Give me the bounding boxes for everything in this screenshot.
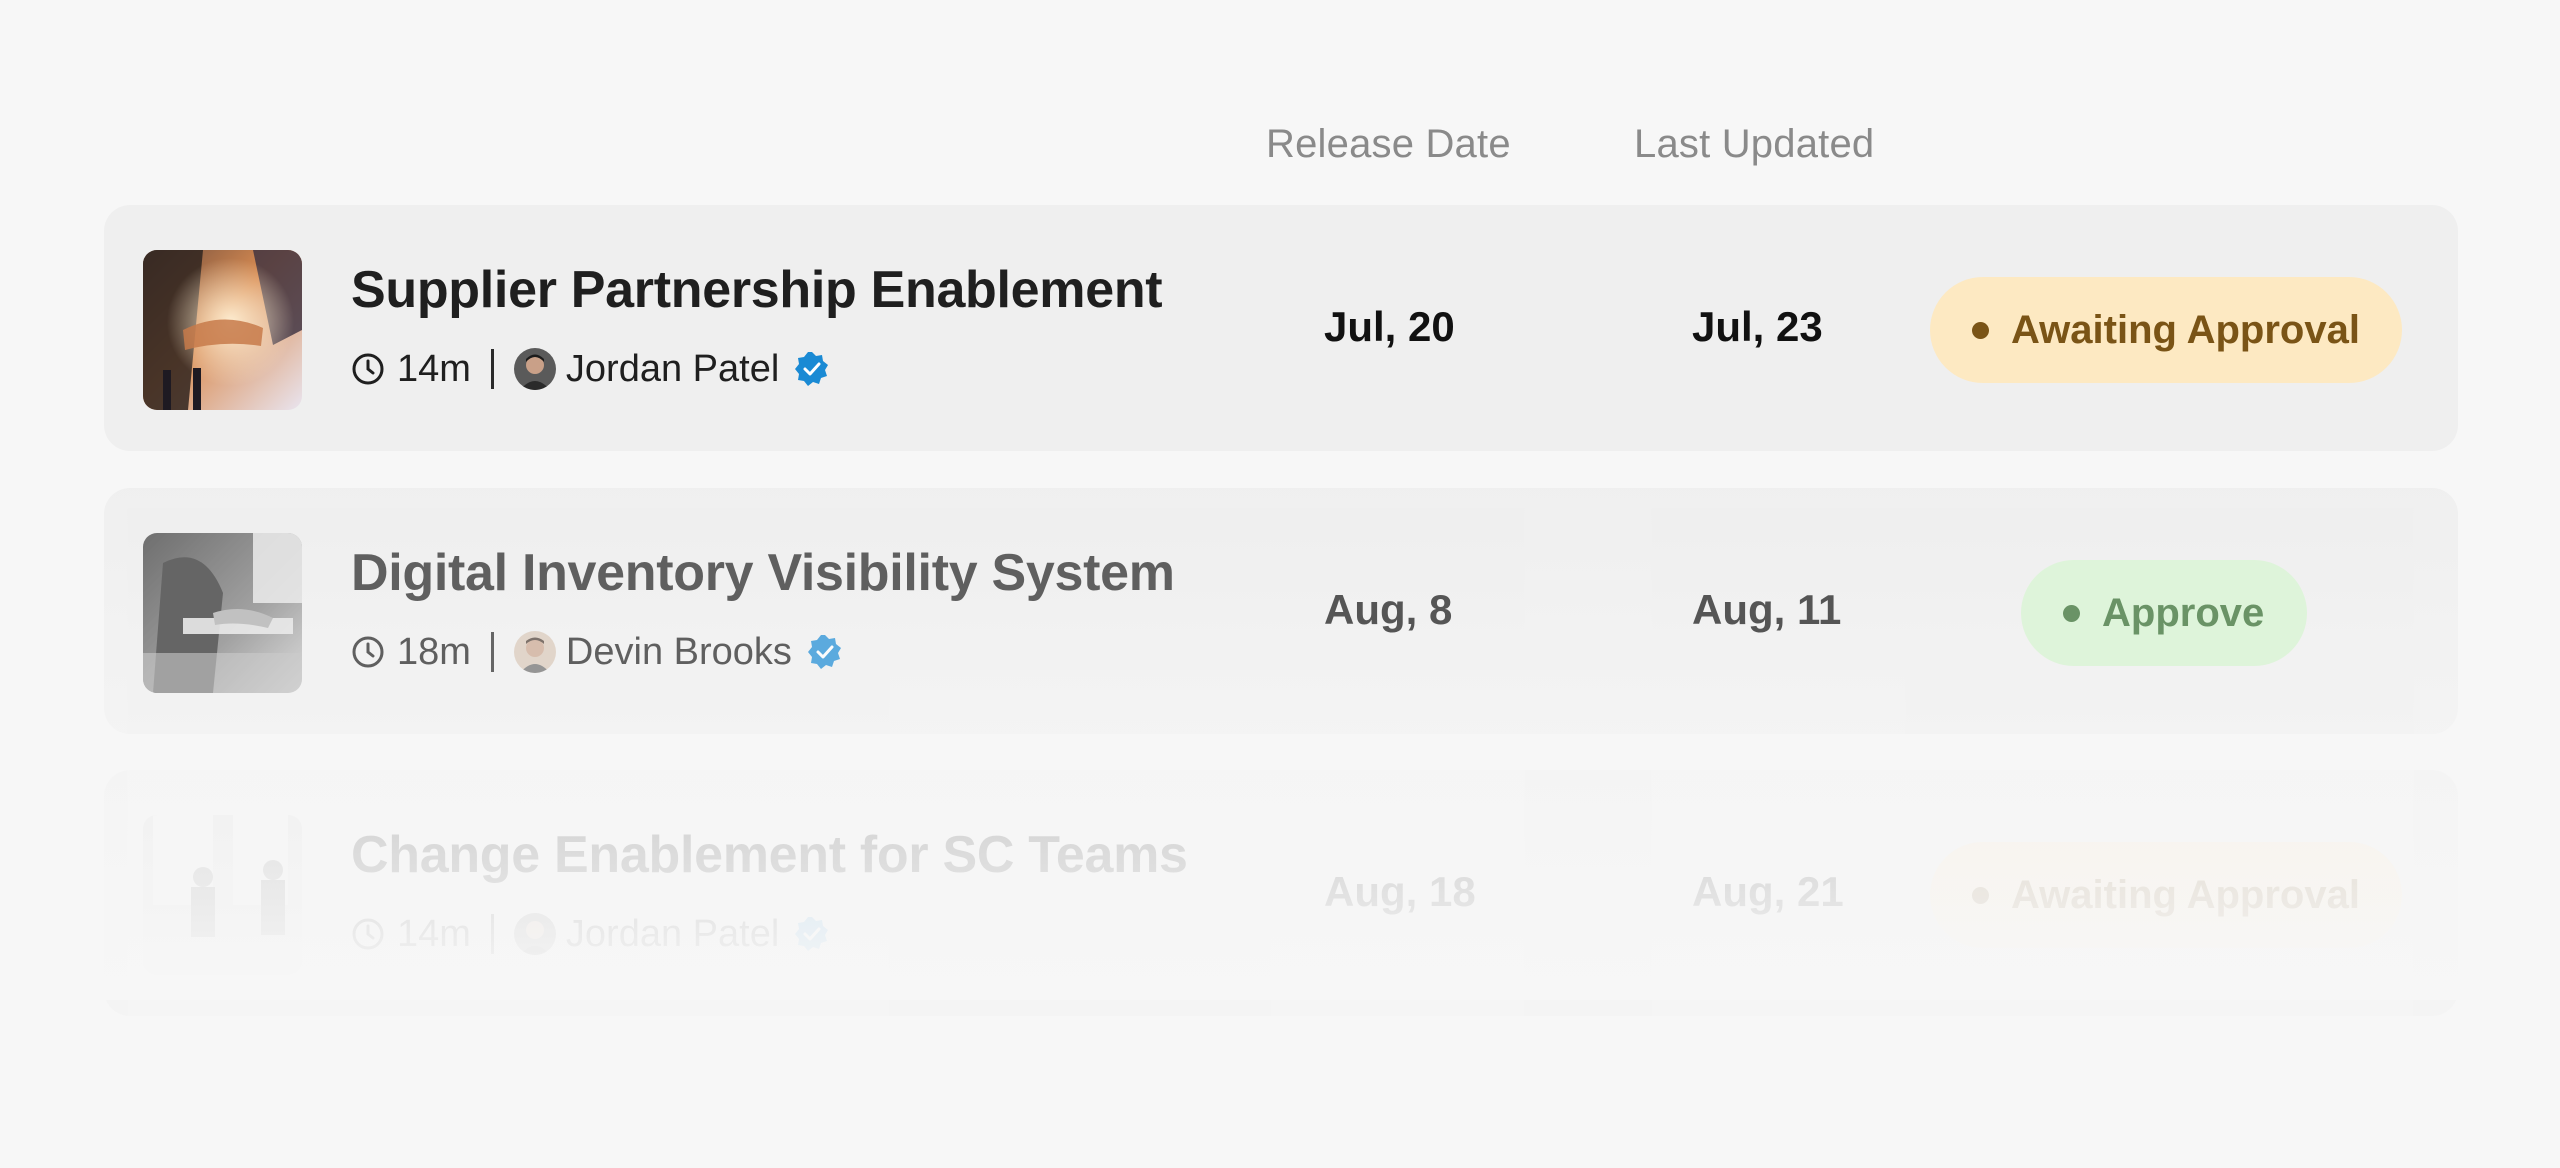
last-updated-date: Jul, 23 [1692, 303, 1823, 350]
duration-text: 14m [397, 347, 471, 390]
status-badge[interactable]: Awaiting Approval [1930, 277, 2402, 383]
table-row[interactable]: Digital Inventory Visibility System 18m … [104, 488, 2458, 734]
status-label: Awaiting Approval [2011, 872, 2360, 917]
duration-text: 14m [397, 912, 471, 955]
verified-badge-icon [806, 633, 844, 671]
row-title[interactable]: Digital Inventory Visibility System [351, 543, 1175, 603]
row-meta: 18m Devin Brooks [351, 629, 844, 675]
release-date: Aug, 18 [1324, 868, 1476, 915]
author-name[interactable]: Jordan Patel [566, 348, 779, 391]
avatar[interactable] [513, 348, 556, 390]
status-dot-icon [2063, 604, 2080, 622]
column-header-last-updated[interactable]: Last Updated [1634, 122, 1874, 167]
duration-text: 18m [397, 630, 471, 673]
last-updated-date: Aug, 21 [1692, 868, 1844, 915]
verified-badge-icon [793, 915, 831, 953]
clock-icon [351, 917, 385, 951]
clock-icon [351, 635, 385, 669]
row-title[interactable]: Supplier Partnership Enablement [351, 260, 1163, 320]
row-title[interactable]: Change Enablement for SC Teams [351, 825, 1188, 885]
row-meta: 14m Jordan Patel [351, 911, 831, 957]
last-updated-date: Aug, 11 [1692, 586, 1842, 633]
table-row[interactable]: Change Enablement for SC Teams 14m Jorda… [104, 770, 2458, 1016]
status-label: Awaiting Approval [2011, 307, 2360, 352]
release-date: Jul, 20 [1324, 303, 1455, 350]
author-name[interactable]: Devin Brooks [566, 631, 792, 674]
verified-badge-icon [793, 350, 831, 388]
clock-icon [351, 352, 385, 386]
row-meta: 14m Jordan Patel [351, 346, 831, 392]
author-name[interactable]: Jordan Patel [566, 913, 779, 956]
thumbnail-image [143, 533, 302, 693]
thumbnail-image [143, 815, 302, 975]
thumbnail-image [143, 250, 302, 410]
meta-divider [490, 914, 494, 954]
avatar[interactable] [513, 631, 556, 673]
status-label: Approve [2102, 590, 2265, 635]
meta-divider [490, 349, 494, 389]
table-row[interactable]: Supplier Partnership Enablement 14m Jord… [104, 205, 2458, 451]
status-badge[interactable]: Awaiting Approval [1930, 842, 2402, 948]
status-dot-icon [1972, 321, 1989, 339]
release-date: Aug, 8 [1324, 586, 1453, 633]
column-header-release-date[interactable]: Release Date [1266, 122, 1511, 167]
meta-divider [490, 632, 494, 672]
status-badge[interactable]: Approve [2021, 560, 2307, 666]
table-header: Release Date Last Updated [0, 122, 2560, 172]
status-dot-icon [1972, 886, 1989, 904]
avatar[interactable] [513, 913, 556, 955]
